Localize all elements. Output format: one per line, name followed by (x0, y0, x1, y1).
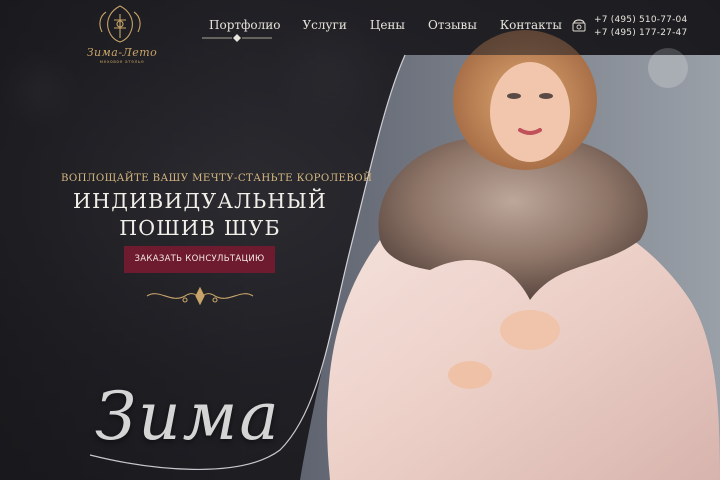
top-navigation: Зима-Лето меховое ателье Портфолио Услуг… (0, 0, 720, 65)
logo-script[interactable]: Зима-Лето (82, 46, 162, 59)
nav-item-portfolio[interactable]: Портфолио (200, 18, 289, 32)
phone-numbers: +7 (495) 510-77-04 +7 (495) 177-27-47 (594, 14, 687, 40)
main-menu: Портфолио Услуги Цены Отзывы Контакты (200, 18, 571, 32)
page: Зима-Лето меховое ателье Портфолио Услуг… (0, 0, 720, 480)
phone-number-1[interactable]: +7 (495) 510-77-04 (594, 14, 687, 27)
nav-item-contacts[interactable]: Контакты (486, 18, 571, 32)
hero-tagline: ВОПЛОЩАЙТЕ ВАШУ МЕЧТУ-СТАНЬТЕ КОРОЛЕВОЙ (61, 173, 373, 184)
order-consultation-button[interactable]: ЗАКАЗАТЬ КОНСУЛЬТАЦИЮ (124, 246, 275, 273)
logo-subtitle: меховое ателье (99, 60, 145, 65)
nav-item-reviews[interactable]: Отзывы (414, 18, 486, 32)
active-nav-ornament-icon (202, 34, 272, 42)
decorative-ornament-icon (146, 286, 254, 306)
nav-item-prices[interactable]: Цены (356, 18, 414, 32)
watermark-script: Зима (95, 378, 281, 455)
nav-item-services[interactable]: Услуги (289, 18, 355, 32)
headline-line-2: ПОШИВ ШУБ (119, 216, 281, 240)
phone-icon (572, 19, 586, 32)
hero-headline: ИНДИВИДУАЛЬНЫЙ ПОШИВ ШУБ (60, 188, 340, 242)
headline-line-1: ИНДИВИДУАЛЬНЫЙ (73, 189, 327, 213)
phone-number-2[interactable]: +7 (495) 177-27-47 (594, 27, 687, 40)
